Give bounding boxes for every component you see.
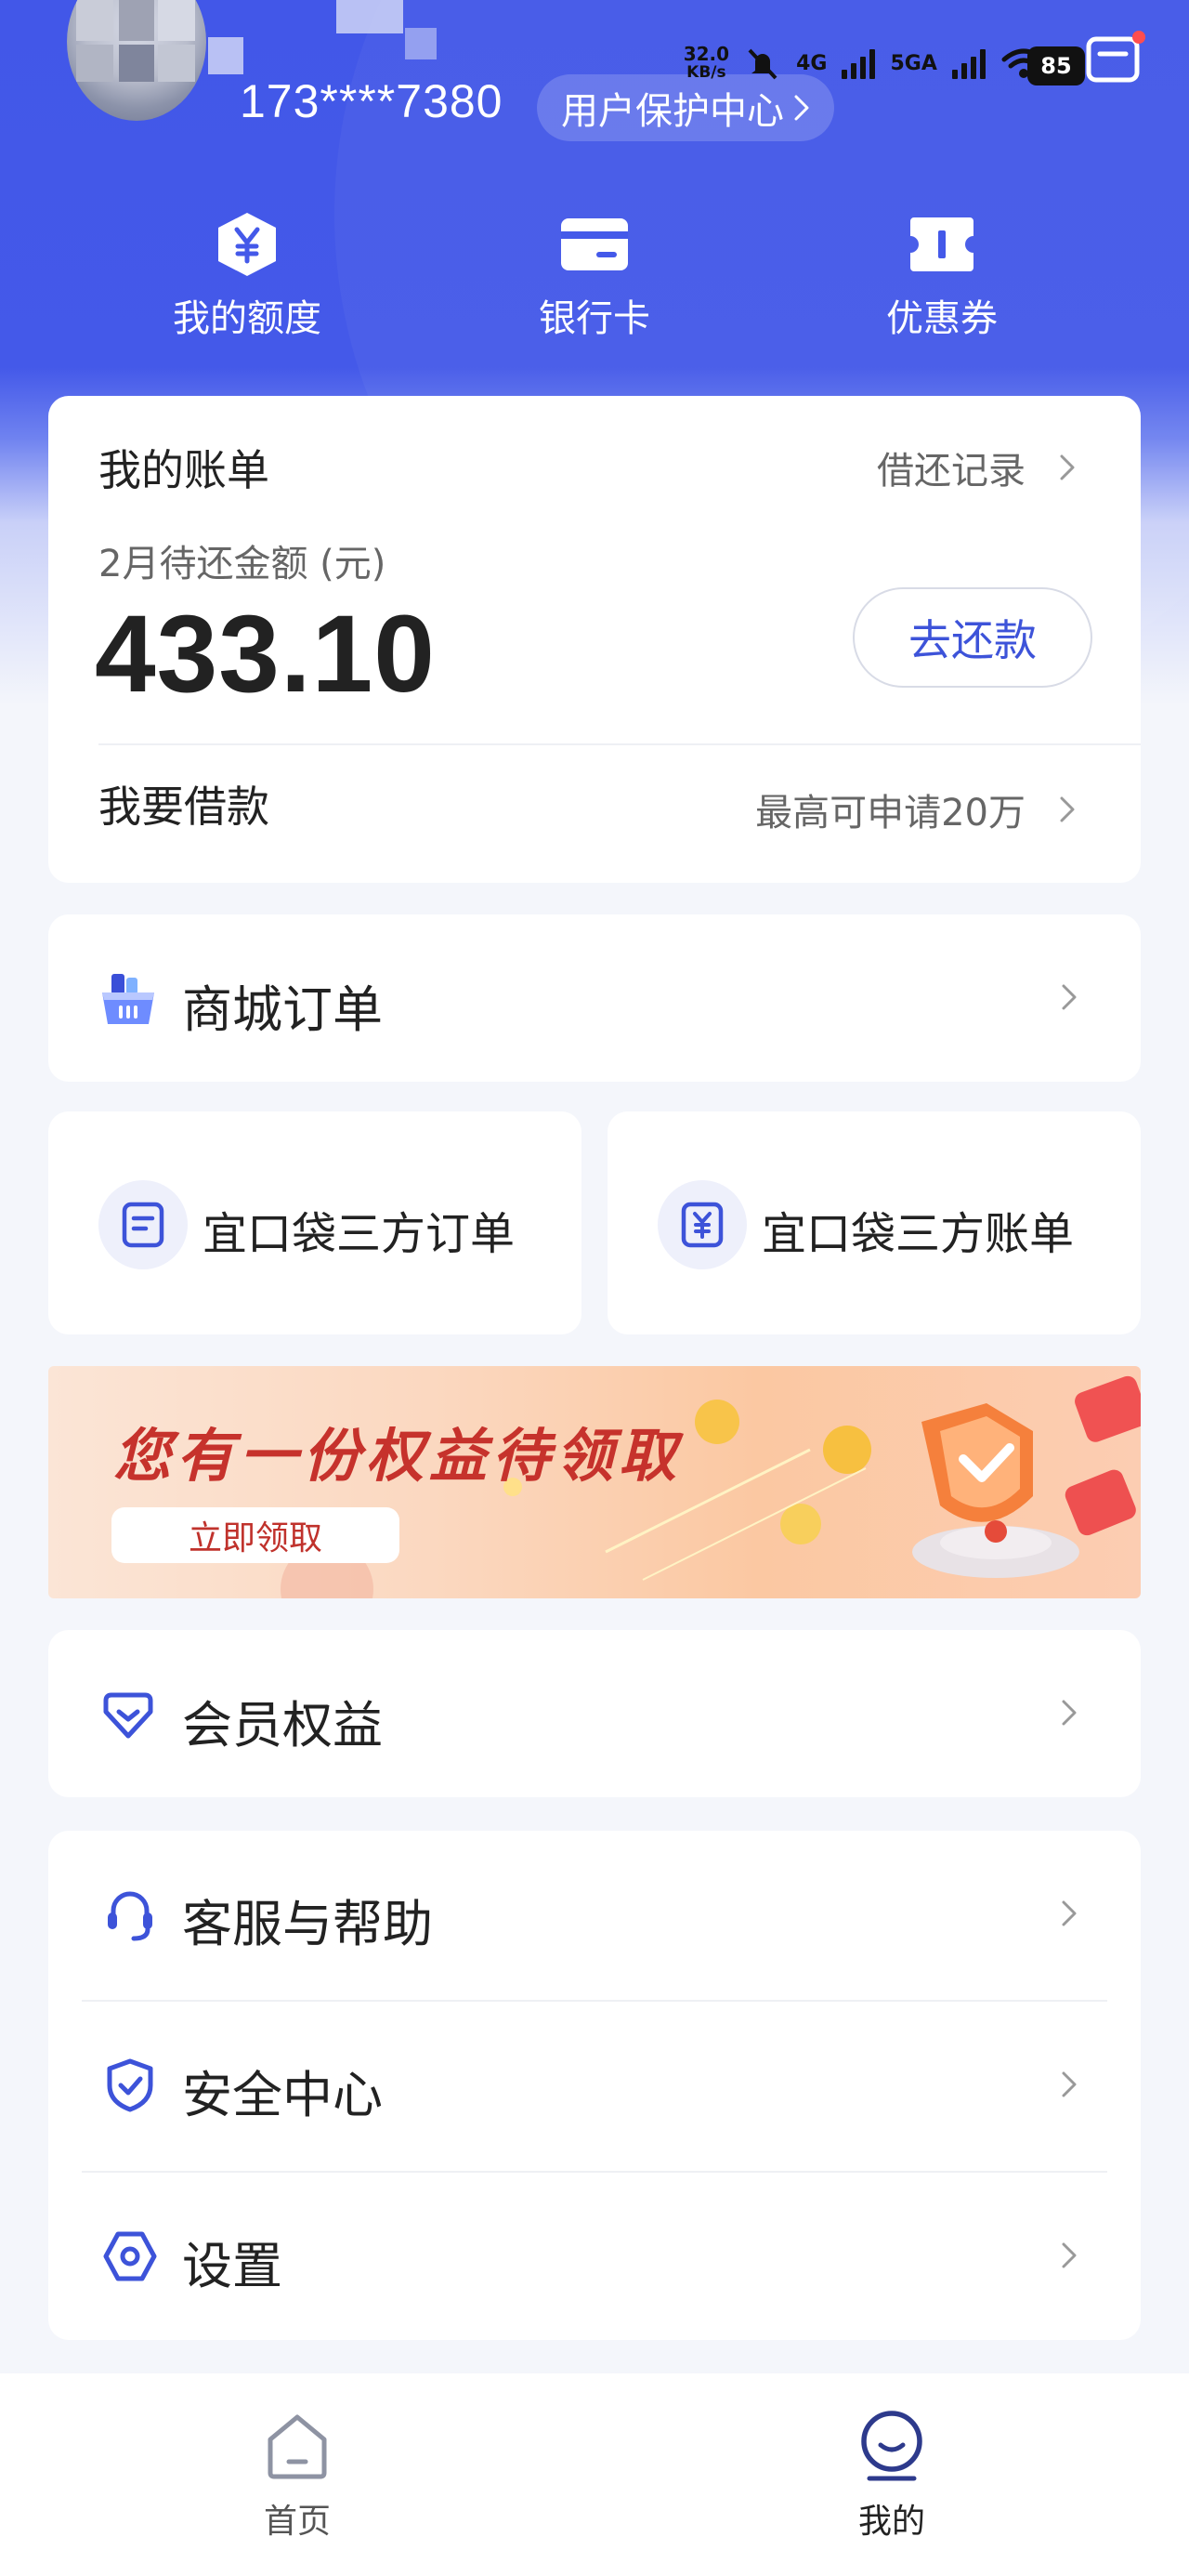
- due-amount-value: 433.10: [95, 593, 436, 716]
- divider: [98, 743, 1141, 745]
- benefit-promo-banner[interactable]: 您有一份权益待领取 立即领取: [48, 1366, 1141, 1598]
- bill-title: 我的账单: [98, 445, 269, 495]
- coupon-label: 优惠券: [886, 297, 998, 340]
- member-benefits-label: 会员权益: [182, 1696, 383, 1755]
- chevron-right-icon: [1062, 1900, 1077, 1926]
- home-icon: [268, 2414, 327, 2479]
- bank-card-label: 银行卡: [539, 297, 650, 340]
- tab-home[interactable]: 首页: [204, 2407, 390, 2543]
- member-diamond-icon: [103, 1692, 153, 1739]
- third-party-orders-card[interactable]: 宜口袋三方订单: [48, 1111, 581, 1334]
- signal-bars-icon: [842, 47, 876, 79]
- signal-bars-icon: [951, 47, 986, 79]
- order-doc-icon: [98, 1180, 188, 1269]
- mall-orders-label: 商城订单: [182, 980, 383, 1039]
- battery-indicator: 85: [1027, 46, 1085, 85]
- mall-orders-row[interactable]: 商城订单: [48, 914, 1141, 1082]
- repay-button[interactable]: 去还款: [853, 587, 1092, 688]
- settings-row[interactable]: 设置: [48, 2173, 1141, 2344]
- security-center-label: 安全中心: [182, 2066, 383, 2124]
- quick-actions: 我的额度 银行卡 优惠券: [0, 210, 1189, 340]
- blurred-name-block: [336, 0, 403, 33]
- due-amount-label: 2月待还金额 (元): [98, 543, 386, 585]
- claim-now-button[interactable]: 立即领取: [111, 1507, 399, 1563]
- message-icon[interactable]: [1083, 28, 1148, 89]
- network-type-5ga: 5GA: [890, 51, 937, 75]
- tab-mine[interactable]: 我的: [799, 2407, 985, 2543]
- borrow-link[interactable]: 最高可申请20万: [755, 782, 1076, 836]
- blurred-name-block: [405, 28, 437, 59]
- tab-mine-label: 我的: [857, 2503, 925, 2541]
- shopping-basket-icon: [102, 974, 154, 1024]
- banner-title: 您有一份权益待领取: [113, 1422, 683, 1490]
- chevron-right-icon: [1060, 796, 1075, 822]
- masked-phone-number: 173****7380: [240, 75, 503, 127]
- yuan-bill-icon: [658, 1180, 747, 1269]
- mute-icon: [748, 48, 777, 80]
- customer-service-row[interactable]: 客服与帮助: [48, 1831, 1141, 2002]
- bottom-tab-bar: 首页 我的: [0, 2373, 1189, 2576]
- my-credit-limit-label: 我的额度: [173, 297, 321, 340]
- customer-service-label: 客服与帮助: [182, 1895, 433, 1953]
- borrow-repay-record-link[interactable]: 借还记录: [877, 440, 1076, 494]
- status-bar: 32.0 KB/s 4G 5GA 6: [684, 26, 1059, 100]
- blurred-name-block: [208, 37, 243, 74]
- chevron-right-icon: [1062, 1700, 1077, 1726]
- third-party-bills-label: 宜口袋三方账单: [762, 1208, 1075, 1260]
- network-type-4g: 4G: [796, 51, 828, 75]
- shield-check-icon: [107, 2058, 153, 2112]
- profile-face-icon: [861, 2411, 922, 2481]
- yuan-shield-icon: [218, 213, 276, 276]
- member-benefits-row[interactable]: 会员权益: [48, 1630, 1141, 1797]
- chevron-right-icon: [1062, 984, 1077, 1010]
- borrow-limit-hint: 最高可申请20万: [755, 792, 1026, 835]
- my-credit-limit-button[interactable]: 我的额度: [136, 210, 359, 342]
- third-party-bills-card[interactable]: 宜口袋三方账单: [608, 1111, 1141, 1334]
- settings-menu-card: 客服与帮助 安全中心 设置: [48, 1831, 1141, 2340]
- third-party-orders-label: 宜口袋三方订单: [203, 1208, 516, 1260]
- chevron-right-icon: [1062, 2071, 1077, 2097]
- tab-home-label: 首页: [263, 2503, 331, 2541]
- settings-hexagon-icon: [103, 2231, 157, 2281]
- bank-card-icon: [561, 218, 628, 270]
- bank-card-button[interactable]: 银行卡: [483, 210, 706, 342]
- security-center-row[interactable]: 安全中心: [48, 2002, 1141, 2173]
- coupon-button[interactable]: 优惠券: [830, 210, 1053, 342]
- borrow-label[interactable]: 我要借款: [98, 773, 269, 835]
- network-speed: 32.0 KB/s: [683, 43, 730, 82]
- headset-icon: [108, 1891, 152, 1941]
- borrow-repay-record-label: 借还记录: [877, 450, 1026, 493]
- bill-card: 我的账单 借还记录 2月待还金额 (元) 433.10 去还款 我要借款 最高可…: [48, 396, 1141, 883]
- coupon-icon: [910, 217, 973, 271]
- settings-label: 设置: [182, 2237, 282, 2295]
- chevron-right-icon: [1060, 454, 1075, 480]
- chevron-right-icon: [1062, 2242, 1077, 2268]
